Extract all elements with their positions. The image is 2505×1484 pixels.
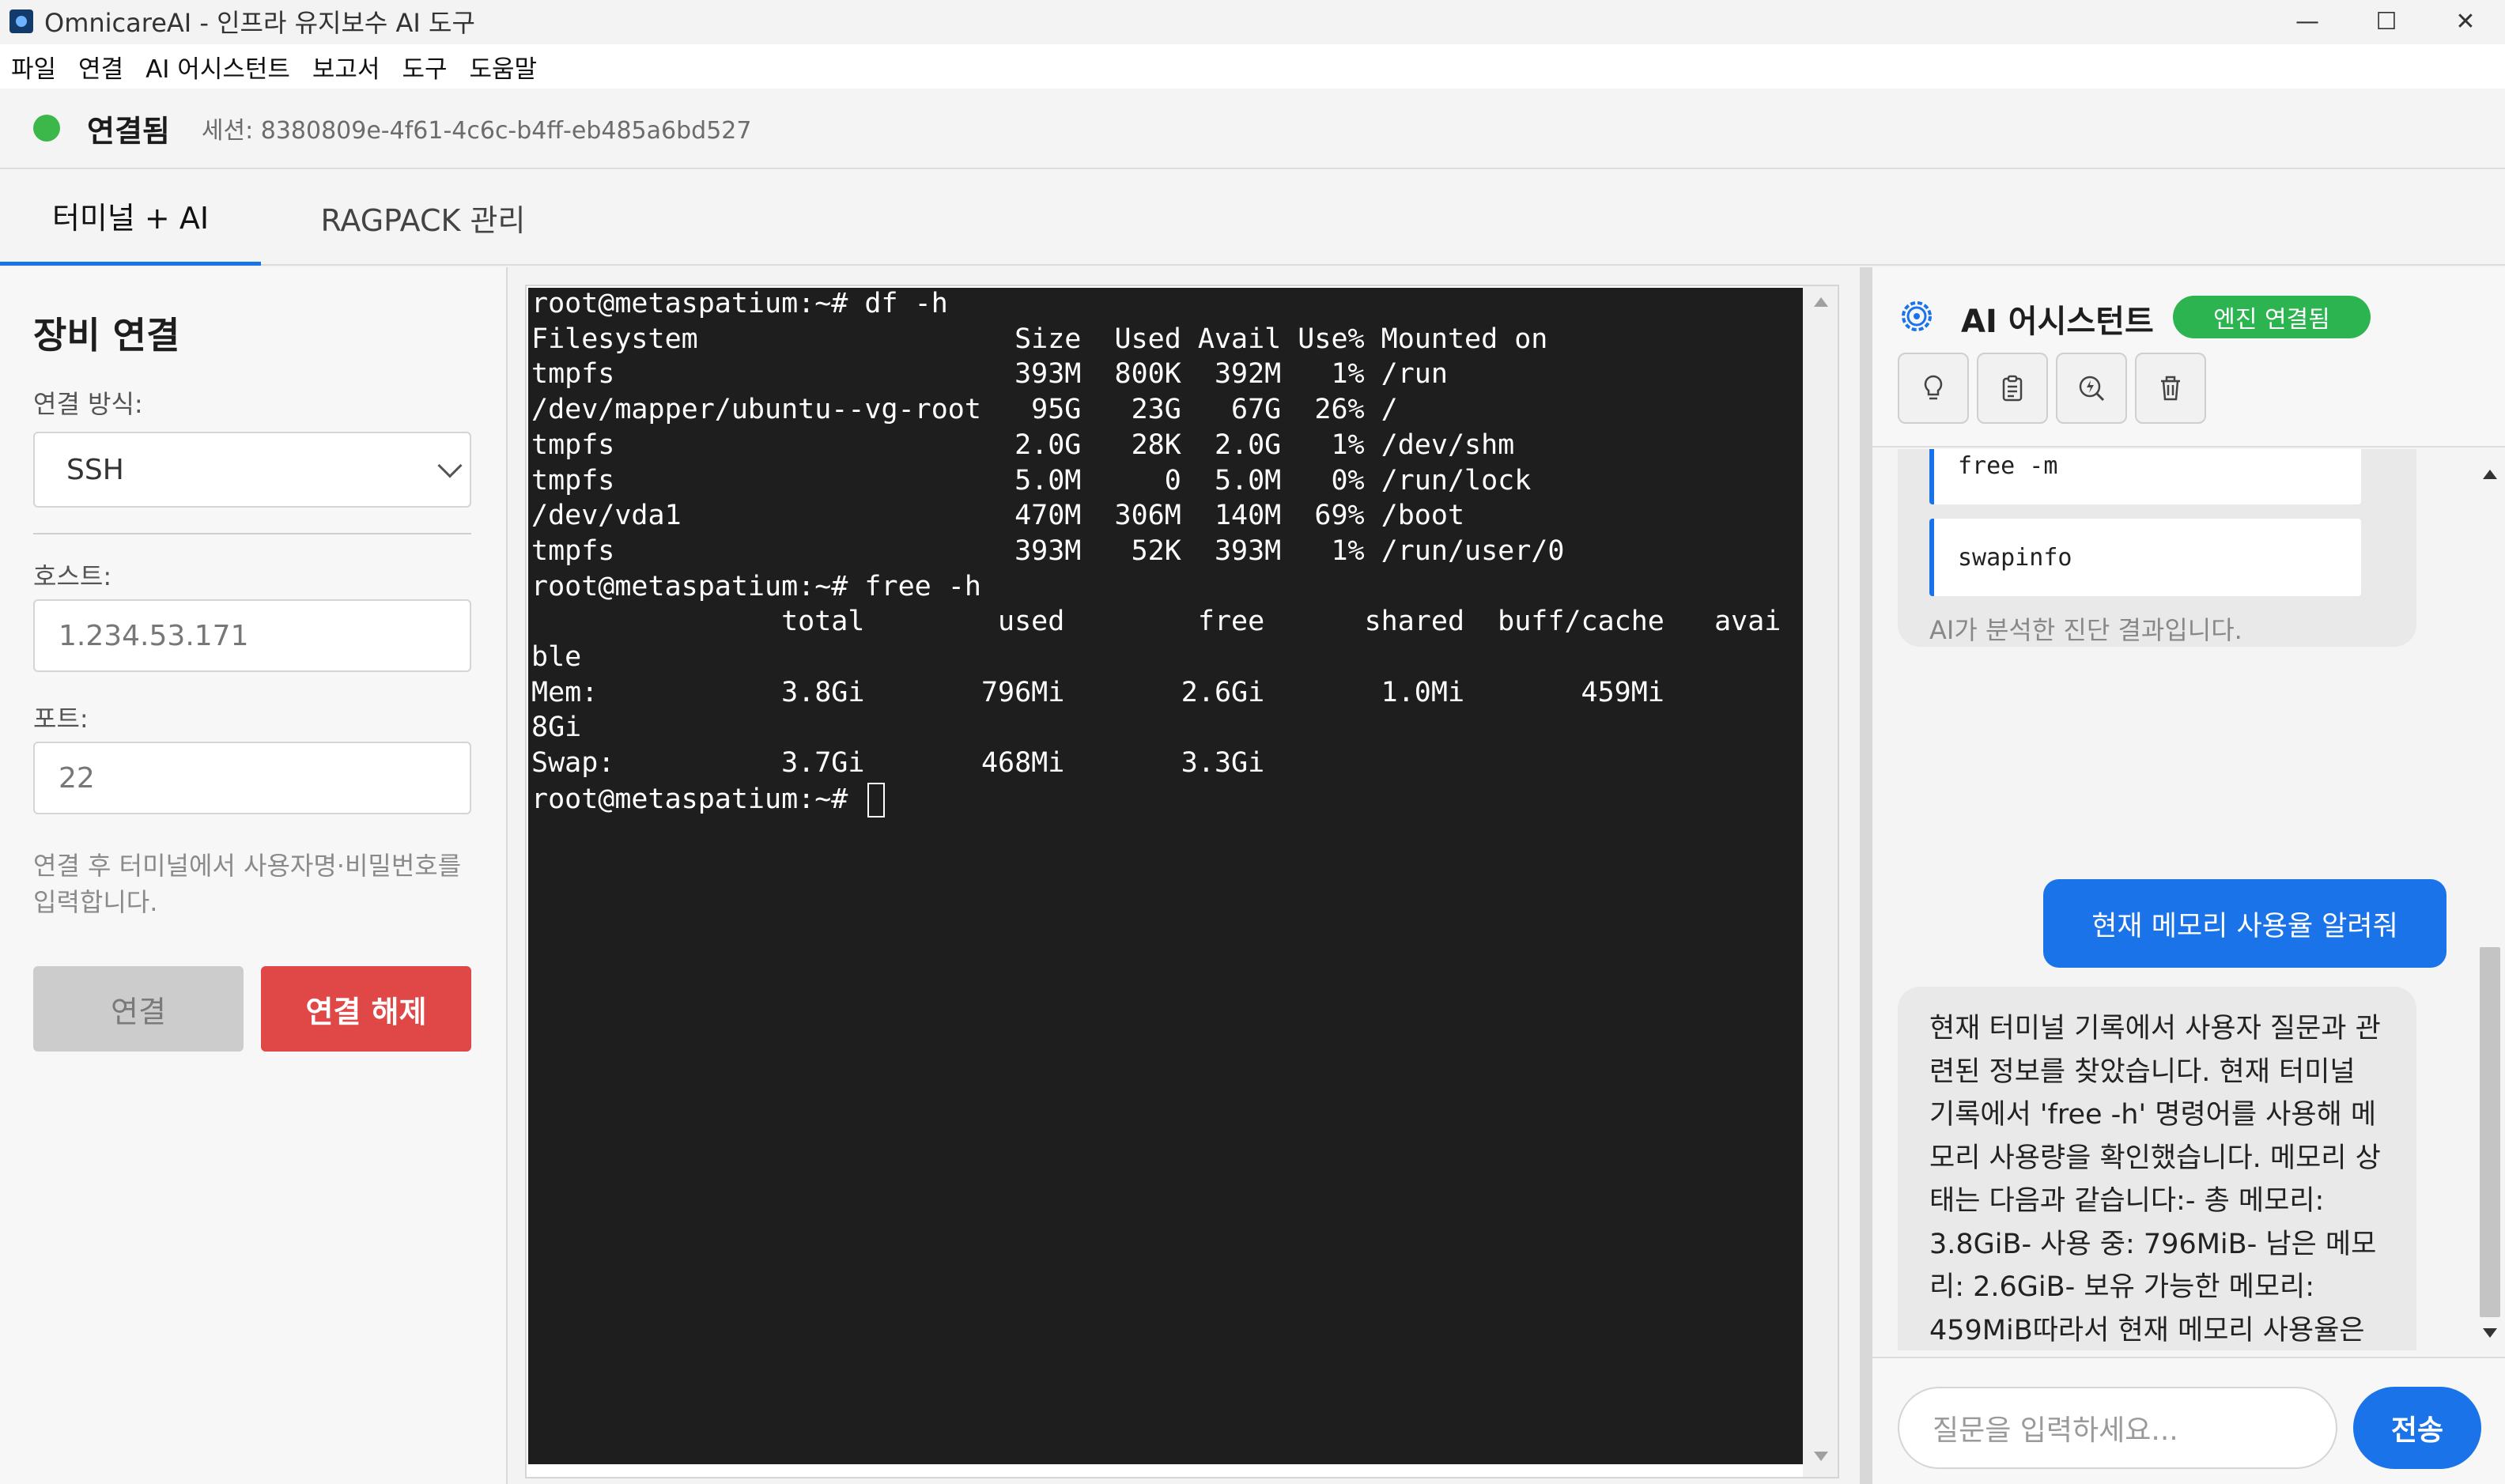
status-dot-icon [33,115,60,142]
connect-button[interactable]: 연결 [33,966,244,1052]
tab-ragpack[interactable]: RAGPACK 관리 [261,169,585,266]
terminal-container: root@metaspatium:~# df -h Filesystem Siz… [525,285,1839,1478]
report-button[interactable] [1977,353,2048,424]
terminal-line: tmpfs 393M 800K 392M 1% /run [531,358,1448,391]
terminal-line: ble [531,641,582,673]
minimize-button[interactable]: — [2268,0,2347,43]
scroll-up-icon[interactable] [2483,470,2497,479]
port-input[interactable]: 22 [33,742,471,814]
menu-ai-assistant[interactable]: AI 어시스턴트 [134,49,301,85]
terminal-line: Filesystem Size Used Avail Use% Mounted … [531,323,1548,355]
ai-diagnosis-note: AI가 분석한 진단 결과입니다. [1929,615,2242,645]
menu-connection[interactable]: 연결 [67,49,134,85]
terminal-line: /dev/mapper/ubuntu--vg-root 95G 23G 67G … [531,394,1398,426]
connection-method-select[interactable]: SSH [33,432,471,508]
chat-input[interactable]: 질문을 입력하세요... [1898,1387,2337,1469]
clear-chat-button[interactable] [2135,353,2206,424]
terminal-line: Mem: 3.8Gi 796Mi 2.6Gi 1.0Mi 459Mi [531,676,1664,708]
tab-terminal-ai[interactable]: 터미널 + AI [0,169,261,266]
terminal-line: Swap: 3.7Gi 468Mi 3.3Gi [531,747,1265,780]
panel-title: 장비 연결 [33,314,180,357]
suggest-button[interactable] [1898,353,1969,424]
ai-title: AI 어시스턴트 [1961,304,2154,340]
terminal-line: tmpfs 5.0M 0 5.0M 0% /run/lock [531,464,1532,497]
chevron-down-icon [437,453,463,478]
host-label: 호스트: [33,561,112,591]
menu-report[interactable]: 보고서 [301,49,391,85]
menu-help[interactable]: 도움말 [459,49,549,85]
terminal-scrollbar[interactable] [1803,286,1838,1477]
engine-status-badge: 엔진 연결됨 [2173,296,2371,338]
menu-bar: 파일 연결 AI 어시스턴트 보고서 도구 도움말 [0,44,2505,89]
terminal-line: total used free shared buff/cache avai [531,606,1781,638]
connection-status-bar: 연결됨 세션: 8380809e-4f61-4c6c-b4ff-eb485a6b… [0,89,2505,169]
user-message-bubble: 현재 메모리 사용율 알려줘 [2043,879,2446,968]
ai-assistant-panel: AI 어시스턴트 엔진 연결됨 free -m swapinfo AI가 분석한… [1872,267,2505,1484]
session-id: 세션: 8380809e-4f61-4c6c-b4ff-eb485a6bd527 [201,117,752,145]
ai-header: AI 어시스턴트 엔진 연결됨 [1872,267,2505,447]
terminal-prompt-line: root@metaspatium:~# [531,782,886,818]
ai-gear-icon [1902,301,1932,331]
app-logo-icon [9,9,33,33]
disconnect-button[interactable]: 연결 해제 [261,966,471,1052]
method-label: 연결 방식: [33,389,143,419]
panel-splitter[interactable] [1860,267,1872,1484]
scroll-down-icon[interactable] [2483,1328,2497,1338]
port-label: 포트: [33,704,89,734]
terminal-cursor [867,782,886,818]
trash-icon [2161,376,2180,401]
terminal-line: tmpfs 393M 52K 393M 1% /run/user/0 [531,534,1565,567]
scroll-up-icon[interactable] [1814,297,1828,307]
ai-answer-bubble: 현재 터미널 기록에서 사용자 질문과 관련된 정보를 찾았습니다. 현재 터미… [1898,987,2416,1350]
clipboard-icon [2002,375,2023,402]
divider [33,533,471,534]
close-button[interactable]: ✕ [2426,0,2505,43]
scroll-thumb[interactable] [2480,947,2500,1317]
diagnose-button[interactable] [2056,353,2127,424]
terminal-output[interactable]: root@metaspatium:~# df -h Filesystem Siz… [528,288,1804,1464]
main-tabs: 터미널 + AI RAGPACK 관리 [0,169,2505,266]
menu-tools[interactable]: 도구 [391,49,458,85]
terminal-line: root@metaspatium:~# df -h [531,288,948,319]
window-title: OmnicareAI - 인프라 유지보수 AI 도구 [44,8,475,38]
ai-answer-text: 현재 터미널 기록에서 사용자 질문과 관련된 정보를 찾았습니다. 현재 터미… [1929,1013,2381,1346]
code-suggestion-chip[interactable]: swapinfo [1929,519,2361,596]
scroll-down-icon[interactable] [1814,1452,1828,1461]
code-suggestion-chip[interactable]: free -m [1929,449,2361,504]
chat-messages[interactable]: free -m swapinfo AI가 분석한 진단 결과입니다. 현재 메모… [1872,449,2505,1350]
maximize-button[interactable]: ☐ [2347,0,2426,43]
terminal-line: 8Gi [531,712,582,744]
search-flash-icon [2079,376,2105,402]
terminal-prompt: root@metaspatium:~# [531,783,865,815]
terminal-line: tmpfs 2.0G 28K 2.0G 1% /dev/shm [531,429,1515,461]
terminal-line: root@metaspatium:~# free -h [531,570,981,602]
connection-state: 연결됨 [87,113,170,149]
lightbulb-icon [1924,375,1943,400]
menu-file[interactable]: 파일 [0,49,67,85]
send-button[interactable]: 전송 [2353,1387,2481,1469]
device-connection-panel: 장비 연결 연결 방식: SSH 호스트: 1.234.53.171 포트: 2… [0,267,508,1484]
chat-input-row: 질문을 입력하세요... 전송 [1872,1357,2505,1484]
title-bar: OmnicareAI - 인프라 유지보수 AI 도구 — ☐ ✕ [0,0,2505,43]
connection-hint: 연결 후 터미널에서 사용자명·비밀번호를 입력합니다. [33,851,462,917]
chat-scrollbar[interactable] [2475,449,2505,1350]
window-controls: — ☐ ✕ [2268,0,2505,43]
ai-message-bubble: free -m swapinfo AI가 분석한 진단 결과입니다. [1898,449,2416,647]
terminal-line: /dev/vda1 470M 306M 140M 69% /boot [531,500,1465,532]
connection-method-value: SSH [66,453,124,486]
host-input[interactable]: 1.234.53.171 [33,599,471,672]
